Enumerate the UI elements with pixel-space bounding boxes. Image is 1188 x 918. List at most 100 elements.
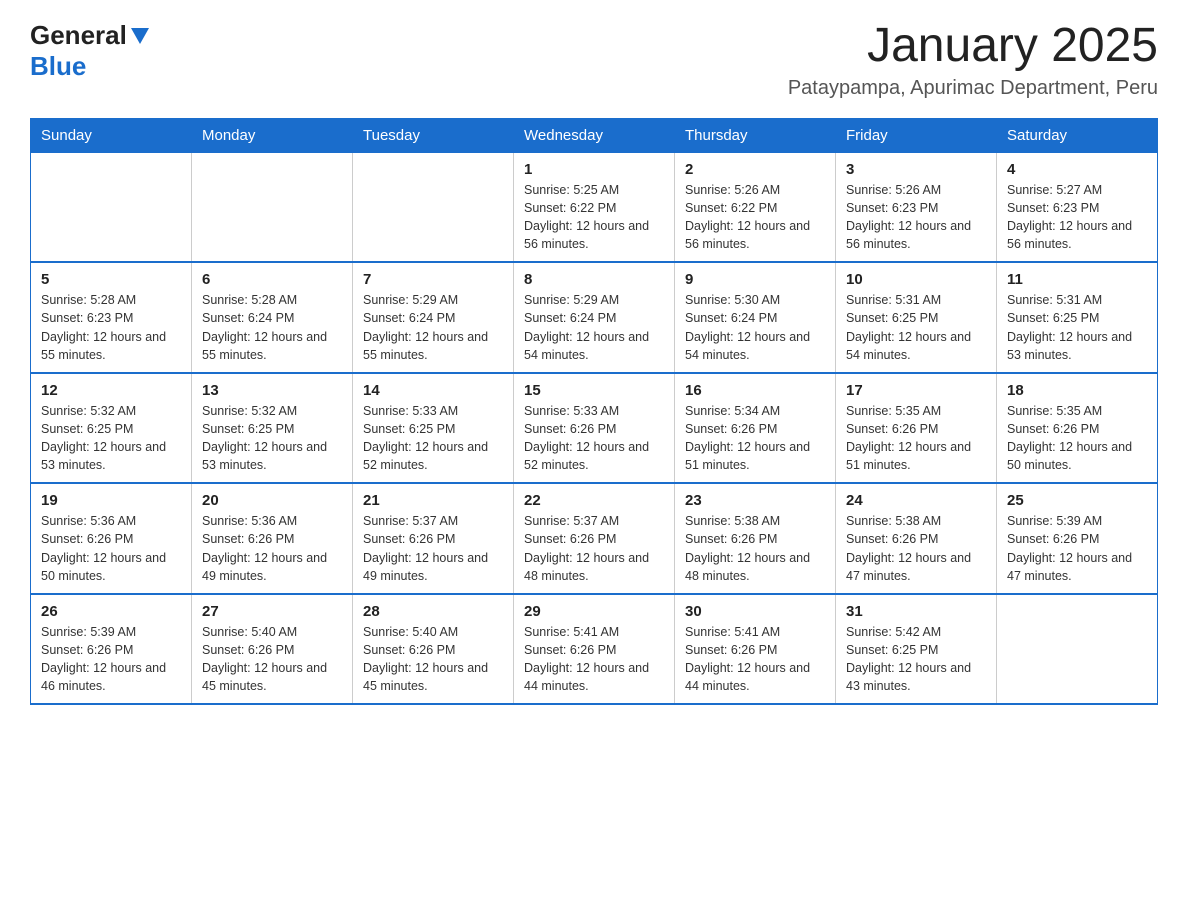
day-number: 3 [846,161,986,178]
day-info: Sunrise: 5:41 AMSunset: 6:26 PMDaylight:… [524,623,664,696]
col-friday: Friday [836,118,997,152]
calendar-cell: 15 Sunrise: 5:33 AMSunset: 6:26 PMDayligh… [514,373,675,484]
calendar-cell [31,152,192,262]
col-thursday: Thursday [675,118,836,152]
calendar-cell: 13 Sunrise: 5:32 AMSunset: 6:25 PMDayligh… [192,373,353,484]
calendar-cell: 31Sunrise: 5:42 AMSunset: 6:25 PMDayligh… [836,594,997,705]
col-monday: Monday [192,118,353,152]
day-number: 20 [202,492,342,509]
logo-triangle-icon [131,28,149,44]
calendar-cell: 18 Sunrise: 5:35 AMSunset: 6:26 PMDayligh… [997,373,1158,484]
day-number: 2 [685,161,825,178]
calendar-cell: 11Sunrise: 5:31 AMSunset: 6:25 PMDayligh… [997,262,1158,373]
calendar-cell: 2Sunrise: 5:26 AMSunset: 6:22 PMDaylight… [675,152,836,262]
calendar-cell: 10 Sunrise: 5:31 AMSunset: 6:25 PMDayligh… [836,262,997,373]
day-info: Sunrise: 5:27 AMSunset: 6:23 PMDaylight:… [1007,181,1147,254]
day-number: 9 [685,271,825,288]
calendar-cell: 14Sunrise: 5:33 AMSunset: 6:25 PMDayligh… [353,373,514,484]
calendar-cell: 29 Sunrise: 5:41 AMSunset: 6:26 PMDayligh… [514,594,675,705]
calendar-cell [997,594,1158,705]
calendar-cell: 24Sunrise: 5:38 AMSunset: 6:26 PMDayligh… [836,483,997,594]
day-number: 30 [685,603,825,620]
calendar-cell: 5 Sunrise: 5:28 AMSunset: 6:23 PMDaylight… [31,262,192,373]
day-number: 19 [41,492,181,509]
day-number: 5 [41,271,181,288]
day-number: 18 [1007,382,1147,399]
day-info: Sunrise: 5:35 AMSunset: 6:26 PMDaylight:… [1007,402,1147,475]
calendar-week-row: 12 Sunrise: 5:32 AMSunset: 6:25 PMDayligh… [31,373,1158,484]
day-number: 14 [363,382,503,399]
calendar-subtitle: Pataypampa, Apurimac Department, Peru [788,77,1158,100]
calendar-table: Sunday Monday Tuesday Wednesday Thursday… [30,118,1158,706]
calendar-title: January 2025 [788,20,1158,73]
day-info: Sunrise: 5:29 AMSunset: 6:24 PMDaylight:… [524,291,664,364]
calendar-cell: 4 Sunrise: 5:27 AMSunset: 6:23 PMDaylight… [997,152,1158,262]
day-info: Sunrise: 5:28 AMSunset: 6:24 PMDaylight:… [202,291,342,364]
day-info: Sunrise: 5:31 AMSunset: 6:25 PMDaylight:… [846,291,986,364]
calendar-week-row: 5 Sunrise: 5:28 AMSunset: 6:23 PMDaylight… [31,262,1158,373]
day-number: 26 [41,603,181,620]
page-header: General Blue January 2025 Pataypampa, Ap… [30,20,1158,100]
day-info: Sunrise: 5:39 AMSunset: 6:26 PMDaylight:… [41,623,181,696]
day-info: Sunrise: 5:25 AMSunset: 6:22 PMDaylight:… [524,181,664,254]
day-number: 6 [202,271,342,288]
day-number: 10 [846,271,986,288]
day-number: 24 [846,492,986,509]
day-number: 22 [524,492,664,509]
col-wednesday: Wednesday [514,118,675,152]
day-info: Sunrise: 5:42 AMSunset: 6:25 PMDaylight:… [846,623,986,696]
title-block: January 2025 Pataypampa, Apurimac Depart… [788,20,1158,100]
logo-blue: Blue [30,51,86,81]
calendar-cell [192,152,353,262]
day-info: Sunrise: 5:37 AMSunset: 6:26 PMDaylight:… [363,512,503,585]
day-info: Sunrise: 5:26 AMSunset: 6:23 PMDaylight:… [846,181,986,254]
calendar-cell: 22 Sunrise: 5:37 AMSunset: 6:26 PMDayligh… [514,483,675,594]
day-info: Sunrise: 5:41 AMSunset: 6:26 PMDaylight:… [685,623,825,696]
logo: General Blue [30,20,149,82]
day-info: Sunrise: 5:32 AMSunset: 6:25 PMDaylight:… [202,402,342,475]
day-number: 11 [1007,271,1147,288]
day-number: 29 [524,603,664,620]
calendar-week-row: 1Sunrise: 5:25 AMSunset: 6:22 PMDaylight… [31,152,1158,262]
col-saturday: Saturday [997,118,1158,152]
calendar-cell: 20 Sunrise: 5:36 AMSunset: 6:26 PMDayligh… [192,483,353,594]
calendar-cell: 1Sunrise: 5:25 AMSunset: 6:22 PMDaylight… [514,152,675,262]
calendar-cell: 3 Sunrise: 5:26 AMSunset: 6:23 PMDaylight… [836,152,997,262]
calendar-cell: 6 Sunrise: 5:28 AMSunset: 6:24 PMDaylight… [192,262,353,373]
day-info: Sunrise: 5:36 AMSunset: 6:26 PMDaylight:… [41,512,181,585]
day-number: 23 [685,492,825,509]
day-info: Sunrise: 5:33 AMSunset: 6:26 PMDaylight:… [524,402,664,475]
day-info: Sunrise: 5:28 AMSunset: 6:23 PMDaylight:… [41,291,181,364]
day-info: Sunrise: 5:35 AMSunset: 6:26 PMDaylight:… [846,402,986,475]
calendar-header-row: Sunday Monday Tuesday Wednesday Thursday… [31,118,1158,152]
calendar-cell: 26 Sunrise: 5:39 AMSunset: 6:26 PMDayligh… [31,594,192,705]
day-number: 17 [846,382,986,399]
day-info: Sunrise: 5:34 AMSunset: 6:26 PMDaylight:… [685,402,825,475]
calendar-week-row: 26 Sunrise: 5:39 AMSunset: 6:26 PMDayligh… [31,594,1158,705]
day-number: 25 [1007,492,1147,509]
calendar-cell: 8 Sunrise: 5:29 AMSunset: 6:24 PMDaylight… [514,262,675,373]
calendar-cell: 30 Sunrise: 5:41 AMSunset: 6:26 PMDayligh… [675,594,836,705]
calendar-week-row: 19 Sunrise: 5:36 AMSunset: 6:26 PMDayligh… [31,483,1158,594]
calendar-cell: 21Sunrise: 5:37 AMSunset: 6:26 PMDayligh… [353,483,514,594]
day-info: Sunrise: 5:37 AMSunset: 6:26 PMDaylight:… [524,512,664,585]
calendar-cell: 27Sunrise: 5:40 AMSunset: 6:26 PMDayligh… [192,594,353,705]
day-number: 4 [1007,161,1147,178]
day-info: Sunrise: 5:38 AMSunset: 6:26 PMDaylight:… [685,512,825,585]
day-number: 13 [202,382,342,399]
calendar-cell: 28Sunrise: 5:40 AMSunset: 6:26 PMDayligh… [353,594,514,705]
day-number: 7 [363,271,503,288]
calendar-cell: 7Sunrise: 5:29 AMSunset: 6:24 PMDaylight… [353,262,514,373]
day-number: 12 [41,382,181,399]
col-tuesday: Tuesday [353,118,514,152]
calendar-cell: 25Sunrise: 5:39 AMSunset: 6:26 PMDayligh… [997,483,1158,594]
calendar-cell [353,152,514,262]
calendar-cell: 19 Sunrise: 5:36 AMSunset: 6:26 PMDayligh… [31,483,192,594]
day-info: Sunrise: 5:40 AMSunset: 6:26 PMDaylight:… [363,623,503,696]
day-number: 15 [524,382,664,399]
day-info: Sunrise: 5:36 AMSunset: 6:26 PMDaylight:… [202,512,342,585]
logo-general: General [30,20,127,51]
day-number: 8 [524,271,664,288]
calendar-cell: 16Sunrise: 5:34 AMSunset: 6:26 PMDayligh… [675,373,836,484]
calendar-cell: 23 Sunrise: 5:38 AMSunset: 6:26 PMDayligh… [675,483,836,594]
